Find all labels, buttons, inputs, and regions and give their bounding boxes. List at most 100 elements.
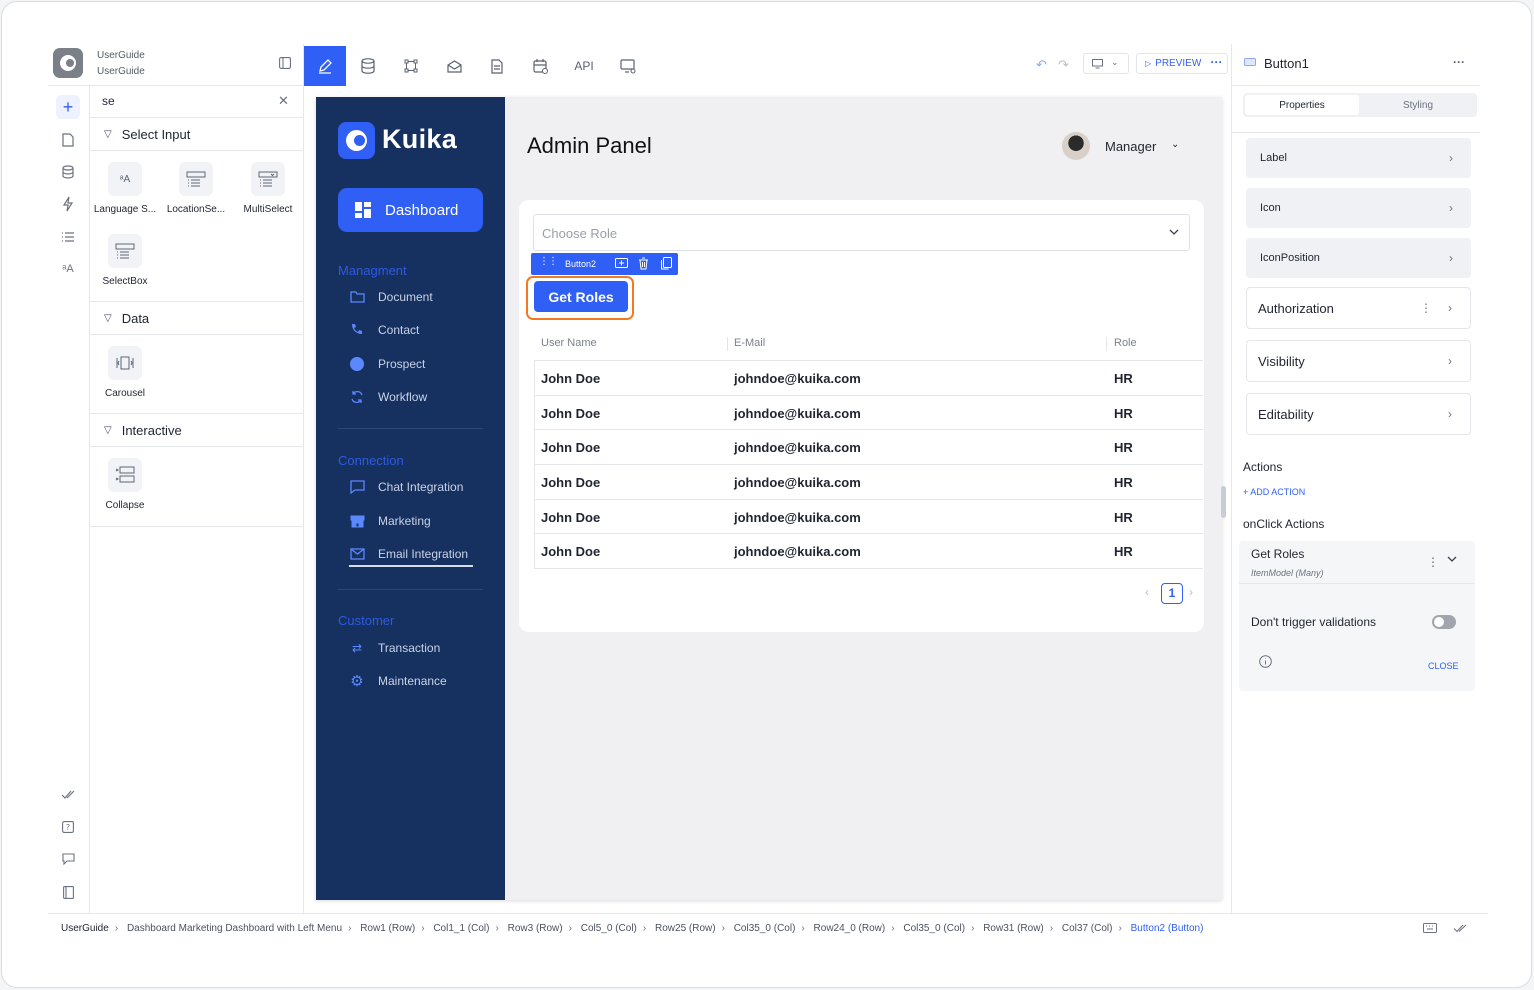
breadcrumb-item[interactable]: Row31 (Row)	[983, 923, 1044, 934]
chevron-down-icon[interactable]	[1447, 556, 1457, 562]
kebab-menu-icon[interactable]: ⋮	[1427, 555, 1439, 569]
toolbar-edit-button[interactable]	[304, 46, 346, 86]
toolbar-document-button[interactable]	[476, 46, 518, 86]
nav-item-email-integration[interactable]: Email Integration	[349, 546, 476, 562]
breadcrumb-item[interactable]: Col35_0 (Col)	[734, 923, 796, 934]
property-icon-position[interactable]: IconPosition ›	[1246, 238, 1471, 278]
component-language-selector[interactable]: ᵃA Language S...	[90, 162, 160, 215]
dont-trigger-validations-toggle[interactable]	[1432, 615, 1456, 629]
component-location-selector[interactable]: LocationSe...	[161, 162, 231, 215]
category-select-input[interactable]: ▽ Select Input	[90, 118, 303, 150]
breadcrumb-item[interactable]: Row3 (Row)	[508, 923, 563, 934]
property-authorization[interactable]: Authorization ⋮ ›	[1246, 287, 1471, 329]
nav-item-transaction[interactable]: ⇄ Transaction	[349, 640, 440, 656]
delete-icon[interactable]	[638, 257, 649, 270]
redo-icon[interactable]: ↷	[1058, 57, 1069, 73]
nav-item-marketing[interactable]: Marketing	[349, 513, 431, 529]
tab-styling[interactable]: Styling	[1361, 95, 1475, 115]
add-icon[interactable]: +	[56, 95, 80, 119]
toolbar-calendar-button[interactable]	[519, 46, 561, 86]
table-row[interactable]: John Doe johndoe@kuika.com HR	[534, 499, 1203, 534]
category-data[interactable]: ▽ Data	[90, 302, 303, 334]
selected-component-toolbar[interactable]: ⋮⋮ Button2	[531, 253, 678, 275]
nav-item-contact[interactable]: Contact	[349, 322, 419, 338]
kuika-logo-icon[interactable]	[53, 48, 83, 78]
lightning-icon[interactable]	[56, 192, 80, 216]
resize-handle[interactable]	[1221, 486, 1226, 518]
help-icon[interactable]: ?	[56, 815, 80, 839]
device-select[interactable]: ⌄	[1083, 53, 1129, 74]
more-options-icon[interactable]: ···	[1206, 54, 1227, 73]
component-collapse[interactable]: Collapse	[90, 458, 160, 511]
avatar[interactable]	[1062, 132, 1090, 160]
clear-search-icon[interactable]: ✕	[278, 93, 289, 109]
breadcrumb-item[interactable]: Col1_1 (Col)	[433, 923, 489, 934]
check-all-icon[interactable]	[1453, 924, 1467, 933]
nav-item-chat-integration[interactable]: Chat Integration	[349, 479, 463, 495]
breadcrumb-item[interactable]: UserGuide	[61, 923, 109, 934]
property-visibility[interactable]: Visibility ›	[1246, 340, 1471, 382]
component-selectbox[interactable]: SelectBox	[90, 234, 160, 287]
role-select[interactable]: Choose Role	[533, 214, 1190, 251]
table-row[interactable]: John Doe johndoe@kuika.com HR	[534, 533, 1203, 569]
page-number-button[interactable]: 1	[1161, 583, 1183, 604]
breadcrumb-current[interactable]: Button2 (Button)	[1131, 923, 1204, 934]
column-header-email[interactable]: E-Mail	[734, 337, 765, 349]
user-role-label[interactable]: Manager	[1105, 139, 1156, 154]
toolbar-device-settings-button[interactable]	[607, 46, 649, 86]
nav-item-document[interactable]: Document	[349, 289, 433, 305]
property-icon[interactable]: Icon ›	[1246, 188, 1471, 228]
nav-item-maintenance[interactable]: ⚙ Maintenance	[349, 673, 446, 690]
close-button[interactable]: CLOSE	[1428, 661, 1459, 671]
prev-page-icon[interactable]: ‹	[1145, 585, 1149, 599]
toolbar-api-button[interactable]: API	[563, 46, 605, 86]
component-carousel[interactable]: Carousel	[90, 346, 160, 399]
tab-properties[interactable]: Properties	[1245, 95, 1359, 115]
chevron-down-icon[interactable]: ⌄	[1171, 139, 1179, 150]
property-editability[interactable]: Editability ›	[1246, 393, 1471, 435]
check-icon[interactable]	[56, 783, 80, 807]
column-header-role[interactable]: Role	[1114, 337, 1137, 349]
dashboard-nav-button[interactable]: Dashboard	[338, 188, 483, 232]
comment-icon[interactable]	[56, 847, 80, 871]
toolbar-workflow-button[interactable]	[390, 46, 432, 86]
breadcrumb-item[interactable]: Col35_0 (Col)	[903, 923, 965, 934]
breadcrumb-item[interactable]: Dashboard Marketing Dashboard with Left …	[127, 923, 342, 934]
table-row[interactable]: John Doe johndoe@kuika.com HR	[534, 464, 1203, 499]
database-icon[interactable]	[56, 160, 80, 184]
breadcrumb-item[interactable]: Row25 (Row)	[655, 923, 716, 934]
add-action-link[interactable]: + ADD ACTION	[1243, 487, 1305, 497]
next-page-icon[interactable]: ›	[1189, 585, 1193, 599]
property-label[interactable]: Label ›	[1246, 138, 1471, 178]
more-options-icon[interactable]: ···	[1453, 55, 1465, 69]
component-search-input[interactable]	[102, 94, 272, 108]
breadcrumb-item[interactable]: Col37 (Col)	[1062, 923, 1113, 934]
undo-icon[interactable]: ↶	[1036, 57, 1047, 73]
table-row[interactable]: John Doe johndoe@kuika.com HR	[534, 360, 1203, 395]
page-icon[interactable]	[56, 128, 80, 152]
add-icon[interactable]	[615, 257, 628, 269]
drag-handle-icon[interactable]: ⋮⋮	[539, 256, 558, 267]
collapse-panel-icon[interactable]	[279, 57, 291, 69]
category-interactive[interactable]: ▽ Interactive	[90, 414, 303, 446]
column-header-username[interactable]: User Name	[541, 337, 597, 349]
duplicate-icon[interactable]	[661, 257, 672, 270]
table-row[interactable]: John Doe johndoe@kuika.com HR	[534, 395, 1203, 430]
info-icon[interactable]	[1259, 655, 1272, 668]
action-name[interactable]: Get Roles	[1251, 547, 1304, 561]
nav-item-prospect[interactable]: Prospect	[349, 356, 425, 372]
component-search[interactable]: ✕	[90, 86, 303, 118]
keyboard-icon[interactable]	[1423, 923, 1437, 933]
toolbar-mail-button[interactable]	[433, 46, 475, 86]
breadcrumb-item[interactable]: Col5_0 (Col)	[581, 923, 637, 934]
nav-item-workflow[interactable]: Workflow	[349, 389, 427, 405]
book-icon[interactable]	[56, 880, 80, 904]
breadcrumb-item[interactable]: Row1 (Row)	[360, 923, 415, 934]
kebab-menu-icon[interactable]: ⋮	[1420, 301, 1432, 315]
get-roles-button[interactable]: Get Roles	[534, 281, 628, 312]
translate-icon[interactable]: ᵃA	[56, 257, 80, 281]
table-row[interactable]: John Doe johndoe@kuika.com HR	[534, 429, 1203, 464]
toolbar-database-button[interactable]	[347, 46, 389, 86]
breadcrumb-item[interactable]: Row24_0 (Row)	[814, 923, 886, 934]
list-icon[interactable]	[56, 225, 80, 249]
